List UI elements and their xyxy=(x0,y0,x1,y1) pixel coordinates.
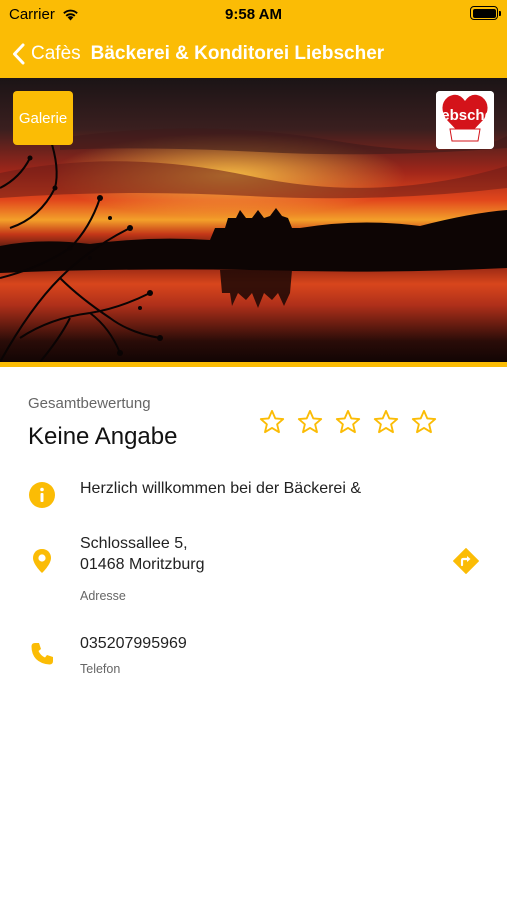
logo-graphic: iebsche xyxy=(436,91,494,149)
star-rating[interactable] xyxy=(258,408,438,436)
hero-photo[interactable] xyxy=(0,78,507,362)
address-line2[interactable]: 01468 Moritzburg xyxy=(80,554,205,575)
location-pin-icon xyxy=(33,549,51,573)
address-line1[interactable]: Schlossallee 5, xyxy=(80,533,188,554)
chevron-left-icon xyxy=(13,43,25,65)
address-label: Adresse xyxy=(80,589,126,603)
phone-icon xyxy=(31,643,53,665)
star-icon[interactable] xyxy=(372,408,400,436)
info-icon xyxy=(29,482,55,508)
status-time: 9:58 AM xyxy=(225,6,282,23)
status-bar: Carrier 9:58 AM xyxy=(0,0,507,30)
navigation-bar: Cafès Bäckerei & Konditorei Liebscher xyxy=(0,30,507,78)
gallery-button[interactable]: Galerie xyxy=(13,91,73,145)
battery-icon xyxy=(470,6,501,20)
bakery-logo: iebsche xyxy=(436,91,494,149)
rating-label: Gesamtbewertung xyxy=(28,395,151,412)
logo-text: iebsche xyxy=(437,107,493,124)
back-label: Cafès xyxy=(31,43,81,64)
description-text[interactable]: Herzlich willkommen bei der Bäckerei & xyxy=(80,478,361,499)
star-icon[interactable] xyxy=(258,408,286,436)
star-icon[interactable] xyxy=(296,408,324,436)
star-icon[interactable] xyxy=(334,408,362,436)
page-title: Bäckerei & Konditorei Liebscher xyxy=(90,43,385,64)
directions-icon[interactable] xyxy=(452,547,480,575)
phone-number[interactable]: 035207995969 xyxy=(80,633,187,654)
status-right xyxy=(470,6,501,20)
phone-label: Telefon xyxy=(80,662,121,676)
sunset-castle-image xyxy=(0,78,507,362)
star-icon[interactable] xyxy=(410,408,438,436)
hero-divider xyxy=(0,362,507,367)
back-button[interactable]: Cafès xyxy=(12,43,81,65)
rating-value: Keine Angabe xyxy=(28,423,178,450)
app-screen: Carrier 9:58 AM Cafès Bäckerei & Kondito… xyxy=(0,0,507,900)
